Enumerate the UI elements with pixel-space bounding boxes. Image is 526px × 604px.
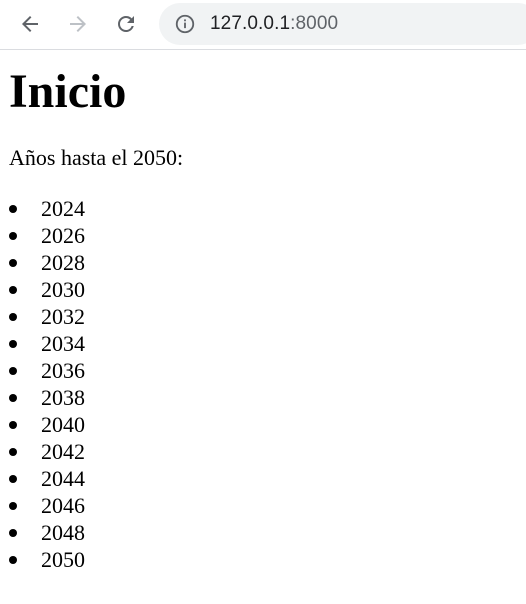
list-item: 2030 bbox=[9, 276, 519, 303]
arrow-left-icon bbox=[22, 16, 38, 32]
list-item: 2036 bbox=[9, 357, 519, 384]
list-item: 2024 bbox=[9, 195, 519, 222]
browser-toolbar: 127.0.0.1:8000 bbox=[0, 0, 526, 50]
reload-button[interactable] bbox=[109, 7, 143, 41]
address-bar[interactable]: 127.0.0.1:8000 bbox=[159, 3, 526, 45]
reload-icon bbox=[118, 15, 134, 32]
arrow-right-icon bbox=[70, 16, 86, 32]
years-list: 2024 2026 2028 2030 2032 2034 2036 2038 … bbox=[9, 195, 519, 573]
list-item: 2040 bbox=[9, 411, 519, 438]
list-item: 2038 bbox=[9, 384, 519, 411]
forward-button[interactable] bbox=[61, 7, 95, 41]
list-item: 2042 bbox=[9, 438, 519, 465]
list-item: 2048 bbox=[9, 519, 519, 546]
intro-text: Años hasta el 2050: bbox=[9, 145, 184, 170]
list-item: 2050 bbox=[9, 546, 519, 573]
url-text[interactable]: 127.0.0.1:8000 bbox=[210, 14, 338, 34]
list-item: 2032 bbox=[9, 303, 519, 330]
list-item: 2028 bbox=[9, 249, 519, 276]
back-button[interactable] bbox=[13, 7, 47, 41]
page-content: Inicio Años hasta el 2050: 2024 2026 202… bbox=[9, 51, 519, 573]
url-host: 127.0.0.1 bbox=[210, 13, 291, 34]
list-item: 2034 bbox=[9, 330, 519, 357]
page-title: Inicio bbox=[9, 65, 127, 118]
url-port: :8000 bbox=[290, 13, 339, 34]
list-item: 2046 bbox=[9, 492, 519, 519]
list-item: 2044 bbox=[9, 465, 519, 492]
list-item: 2026 bbox=[9, 222, 519, 249]
info-icon[interactable] bbox=[174, 13, 196, 35]
